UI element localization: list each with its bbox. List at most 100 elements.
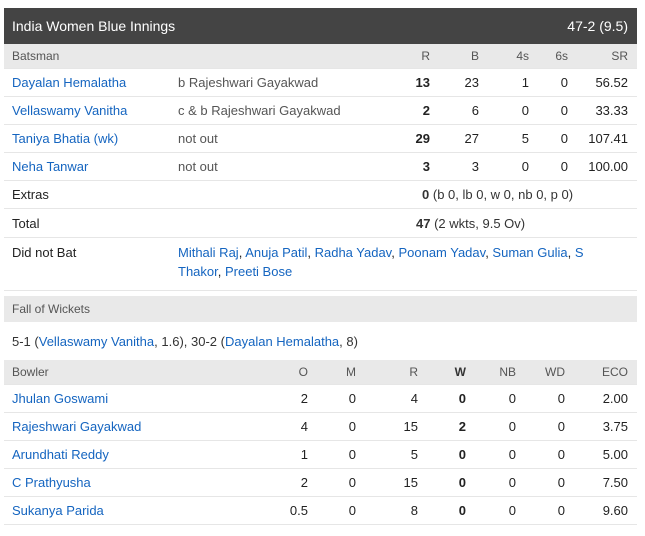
did-not-bat-player[interactable]: Anuja Patil <box>245 245 307 260</box>
col-runs-conceded: R <box>409 365 418 379</box>
runs-conceded: 5 <box>410 447 418 462</box>
maidens: 0 <box>348 475 356 490</box>
col-batsman: Batsman <box>12 49 60 63</box>
fow-score: 5-1 <box>12 333 31 349</box>
overs: 1 <box>300 447 308 462</box>
sixes: 0 <box>560 75 568 90</box>
total-detail: (2 wkts, 9.5 Ov) <box>434 215 526 231</box>
runs-conceded: 4 <box>410 391 418 406</box>
runs: 13 <box>415 75 430 90</box>
sixes: 0 <box>560 103 568 118</box>
did-not-bat-player[interactable]: Preeti Bose <box>225 264 292 279</box>
col-overs: O <box>298 365 308 379</box>
bowler-link[interactable]: Jhulan Goswami <box>12 385 108 412</box>
economy: 5.00 <box>602 447 628 462</box>
col-sixes: 6s <box>555 49 568 63</box>
total-row: Total 47 (2 wkts, 9.5 Ov) <box>4 209 637 238</box>
col-wides: WD <box>545 365 565 379</box>
overs: 2 <box>300 391 308 406</box>
bowling-row: C Prathyusha 2 0 15 0 0 0 7.50 <box>4 469 637 497</box>
sixes: 0 <box>560 159 568 174</box>
dismissal: not out <box>178 159 218 174</box>
bowler-link[interactable]: Rajeshwari Gayakwad <box>12 413 141 440</box>
no-balls: 0 <box>508 475 516 490</box>
no-balls: 0 <box>508 419 516 434</box>
runs: 3 <box>422 159 430 174</box>
did-not-bat-player[interactable]: Radha Yadav <box>315 245 392 260</box>
overs: 0.5 <box>289 503 308 518</box>
economy: 7.50 <box>602 475 628 490</box>
bowling-row: Jhulan Goswami 2 0 4 0 0 0 2.00 <box>4 385 637 413</box>
batting-row: Neha Tanwar not out 3 3 0 0 100.00 <box>4 153 637 181</box>
bowling-row: Arundhati Reddy 1 0 5 0 0 0 5.00 <box>4 441 637 469</box>
bowler-link[interactable]: Sukanya Parida <box>12 497 104 524</box>
wides: 0 <box>557 475 565 490</box>
did-not-bat-player[interactable]: Suman Gulia <box>492 245 567 260</box>
wides: 0 <box>557 391 565 406</box>
bowler-link[interactable]: Arundhati Reddy <box>12 441 109 468</box>
fow-player[interactable]: Vellaswamy Vanitha <box>39 334 154 349</box>
col-sr: SR <box>611 49 628 63</box>
dismissal: not out <box>178 131 218 146</box>
overs: 2 <box>300 475 308 490</box>
economy: 2.00 <box>602 391 628 406</box>
fours: 5 <box>521 131 529 146</box>
wickets: 0 <box>458 503 466 518</box>
batting-row: Taniya Bhatia (wk) not out 29 27 5 0 107.41 <box>4 125 637 153</box>
no-balls: 0 <box>508 503 516 518</box>
runs-conceded: 8 <box>410 503 418 518</box>
fours: 1 <box>521 75 529 90</box>
wides: 0 <box>557 503 565 518</box>
batsman-link[interactable]: Vellaswamy Vanitha <box>12 97 127 124</box>
innings-score: 47-2 (9.5) <box>567 18 628 34</box>
fow-player[interactable]: Dayalan Hemalatha <box>225 334 339 349</box>
balls: 23 <box>464 75 479 90</box>
bowling-row: Rajeshwari Gayakwad 4 0 15 2 0 0 3.75 <box>4 413 637 441</box>
maidens: 0 <box>348 503 356 518</box>
runs-conceded: 15 <box>403 475 418 490</box>
fall-of-wickets-header: Fall of Wickets <box>4 296 637 322</box>
col-runs: R <box>421 49 430 63</box>
innings-title: India Women Blue Innings <box>12 18 176 34</box>
total-value: 47 <box>416 215 431 231</box>
batsman-link[interactable]: Taniya Bhatia (wk) <box>12 125 118 152</box>
fours: 0 <box>521 103 529 118</box>
total-label: Total <box>12 215 40 231</box>
batting-row: Vellaswamy Vanitha c & b Rajeshwari Gayak… <box>4 97 637 125</box>
no-balls: 0 <box>508 447 516 462</box>
maidens: 0 <box>348 419 356 434</box>
overs: 4 <box>300 419 308 434</box>
bowler-link[interactable]: C Prathyusha <box>12 469 91 496</box>
balls: 3 <box>471 159 479 174</box>
bowling-header-row: Bowler O M R W NB WD ECO <box>4 360 637 385</box>
batting-row: Dayalan Hemalatha b Rajeshwari Gayakwad 13… <box>4 69 637 97</box>
runs-conceded: 15 <box>403 419 418 434</box>
col-wickets: W <box>454 365 466 379</box>
col-economy: ECO <box>601 365 628 379</box>
strike-rate: 56.52 <box>595 75 628 90</box>
did-not-bat-player[interactable]: Mithali Raj <box>178 245 239 260</box>
economy: 3.75 <box>602 419 628 434</box>
wickets: 0 <box>458 391 466 406</box>
wickets: 0 <box>458 475 466 490</box>
col-maidens: M <box>346 365 356 379</box>
extras-label: Extras <box>12 187 49 202</box>
did-not-bat-player[interactable]: Poonam Yadav <box>398 245 485 260</box>
maidens: 0 <box>348 447 356 462</box>
runs: 2 <box>422 103 430 118</box>
balls: 6 <box>471 103 479 118</box>
strike-rate: 107.41 <box>588 131 628 146</box>
did-not-bat-row: Did not Bat Mithali Raj, Anuja Patil, Ra… <box>4 238 637 291</box>
col-fours: 4s <box>516 49 529 63</box>
wides: 0 <box>557 447 565 462</box>
scorecard: India Women Blue Innings 47-2 (9.5) Bats… <box>4 8 637 525</box>
dismissal: b Rajeshwari Gayakwad <box>178 75 319 90</box>
fall-of-wickets-line: 5-1 (Vellaswamy Vanitha, 1.6), 30-2 (Day… <box>12 333 358 349</box>
col-bowler: Bowler <box>12 365 49 379</box>
wides: 0 <box>557 419 565 434</box>
extras-value: 0 <box>422 187 430 202</box>
batsman-link[interactable]: Neha Tanwar <box>12 153 88 180</box>
batting-header-row: Batsman R B 4s 6s SR <box>4 44 637 69</box>
batsman-link[interactable]: Dayalan Hemalatha <box>12 69 126 96</box>
no-balls: 0 <box>508 391 516 406</box>
